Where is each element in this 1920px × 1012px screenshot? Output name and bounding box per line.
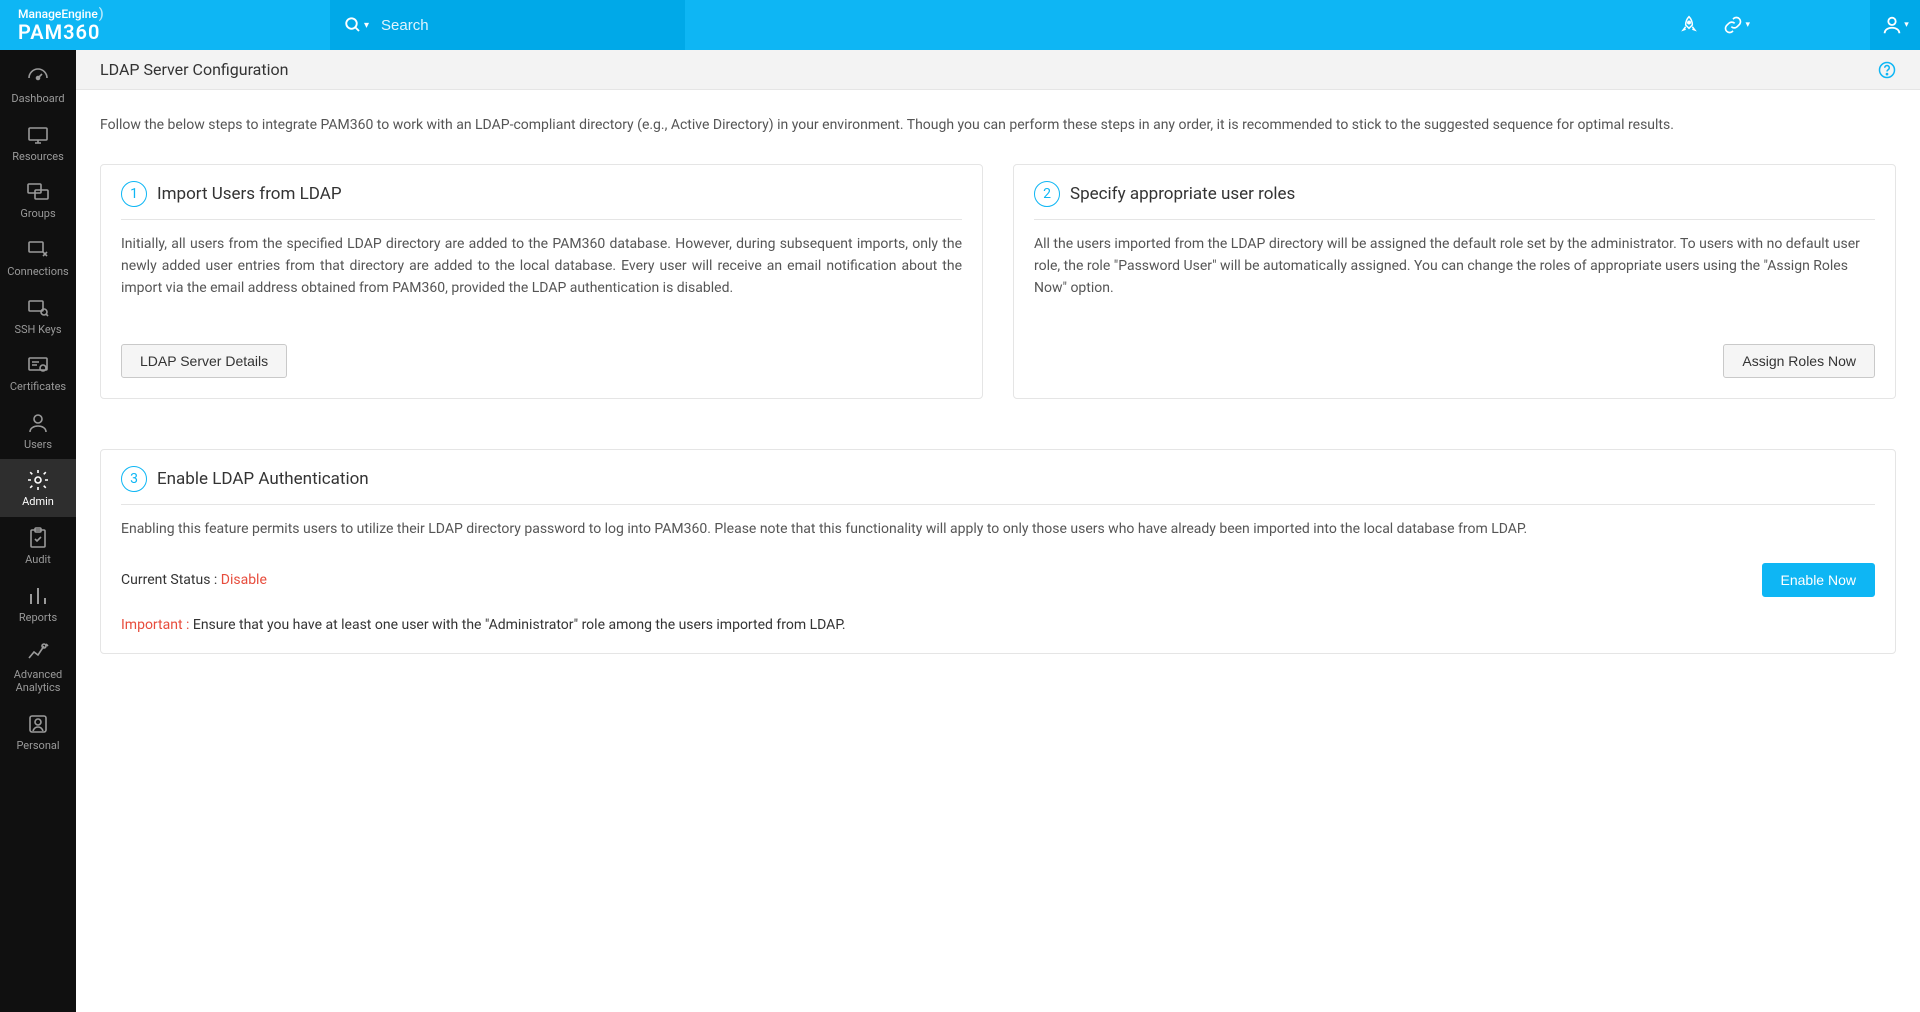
enable-now-button[interactable]: Enable Now (1762, 563, 1876, 597)
personal-icon (26, 711, 50, 737)
step-number: 3 (121, 466, 147, 492)
sidebar-item-connections[interactable]: Connections (0, 229, 76, 287)
sidebar-item-analytics[interactable]: Advanced Analytics (0, 632, 76, 702)
status-label: Current Status : (121, 572, 221, 588)
intro-text: Follow the below steps to integrate PAM3… (76, 90, 1920, 146)
search-icon: ▾ (344, 16, 369, 34)
sidebar-item-users[interactable]: Users (0, 402, 76, 460)
user-menu[interactable]: ▾ (1870, 0, 1920, 50)
important-label: Important : (121, 617, 193, 633)
sidebar-item-reports[interactable]: Reports (0, 575, 76, 633)
monitor-icon (26, 122, 50, 148)
sidebar-label: SSH Keys (14, 324, 61, 337)
sidebar-label: Admin (22, 496, 54, 509)
sidebar-item-audit[interactable]: Audit (0, 517, 76, 575)
topbar-right: ▾ ▾ (685, 0, 1920, 50)
sidebar-label: Resources (12, 151, 64, 164)
key-icon (26, 295, 50, 321)
sidebar-label: Connections (7, 266, 68, 279)
sidebar-item-admin[interactable]: Admin (0, 459, 76, 517)
topbar: ManageEngine ) PAM360 ▾ ▾ ▾ (0, 0, 1920, 50)
card-enable-ldap: 3 Enable LDAP Authentication Enabling th… (100, 449, 1896, 654)
sidebar-label: Advanced Analytics (0, 669, 76, 694)
sidebar-item-resources[interactable]: Resources (0, 114, 76, 172)
sidebar-label: Audit (25, 554, 51, 567)
sidebar-label: Dashboard (11, 93, 64, 106)
monitors-icon (26, 179, 50, 205)
search-box[interactable]: ▾ (330, 0, 685, 50)
search-input[interactable] (381, 17, 671, 34)
bars-icon (26, 583, 50, 609)
card-body: Enabling this feature permits users to u… (121, 519, 1875, 541)
brand-logo: ManageEngine ) PAM360 (0, 0, 330, 50)
sidebar-label: Certificates (10, 381, 66, 394)
card-import-users: 1 Import Users from LDAP Initially, all … (100, 164, 983, 399)
link-icon[interactable]: ▾ (1723, 15, 1750, 35)
certificate-icon (26, 352, 50, 378)
card-body: Initially, all users from the specified … (121, 234, 962, 326)
sidebar-item-groups[interactable]: Groups (0, 171, 76, 229)
rocket-icon[interactable] (1679, 15, 1699, 35)
card-title: Import Users from LDAP (157, 184, 342, 204)
card-title: Enable LDAP Authentication (157, 469, 369, 489)
step-number: 2 (1034, 181, 1060, 207)
page-title: LDAP Server Configuration (100, 60, 288, 79)
assign-roles-now-button[interactable]: Assign Roles Now (1723, 344, 1875, 378)
brand-bottom: PAM360 (18, 20, 330, 44)
sidebar: Dashboard Resources Groups Connections S… (0, 50, 76, 1012)
card-specify-roles: 2 Specify appropriate user roles All the… (1013, 164, 1896, 399)
help-icon[interactable] (1878, 61, 1896, 79)
step-number: 1 (121, 181, 147, 207)
gear-icon (26, 467, 50, 493)
sidebar-item-sshkeys[interactable]: SSH Keys (0, 287, 76, 345)
important-text: Ensure that you have at least one user w… (193, 617, 846, 633)
page-header: LDAP Server Configuration (76, 50, 1920, 90)
sidebar-label: Reports (19, 612, 57, 625)
gauge-icon (26, 64, 50, 90)
sidebar-item-personal[interactable]: Personal (0, 703, 76, 761)
card-title: Specify appropriate user roles (1070, 184, 1295, 204)
user-icon (26, 410, 50, 436)
sidebar-label: Personal (16, 740, 59, 753)
sidebar-label: Users (24, 439, 52, 452)
clipboard-icon (26, 525, 50, 551)
sidebar-item-certificates[interactable]: Certificates (0, 344, 76, 402)
status-value: Disable (221, 572, 267, 588)
sidebar-item-dashboard[interactable]: Dashboard (0, 56, 76, 114)
analytics-icon (26, 640, 50, 666)
ldap-server-details-button[interactable]: LDAP Server Details (121, 344, 287, 378)
sidebar-label: Groups (20, 208, 55, 221)
connection-icon (26, 237, 50, 263)
card-body: All the users imported from the LDAP dir… (1034, 234, 1875, 326)
brand-top: ManageEngine (18, 7, 98, 21)
main-content: LDAP Server Configuration Follow the bel… (76, 50, 1920, 1012)
